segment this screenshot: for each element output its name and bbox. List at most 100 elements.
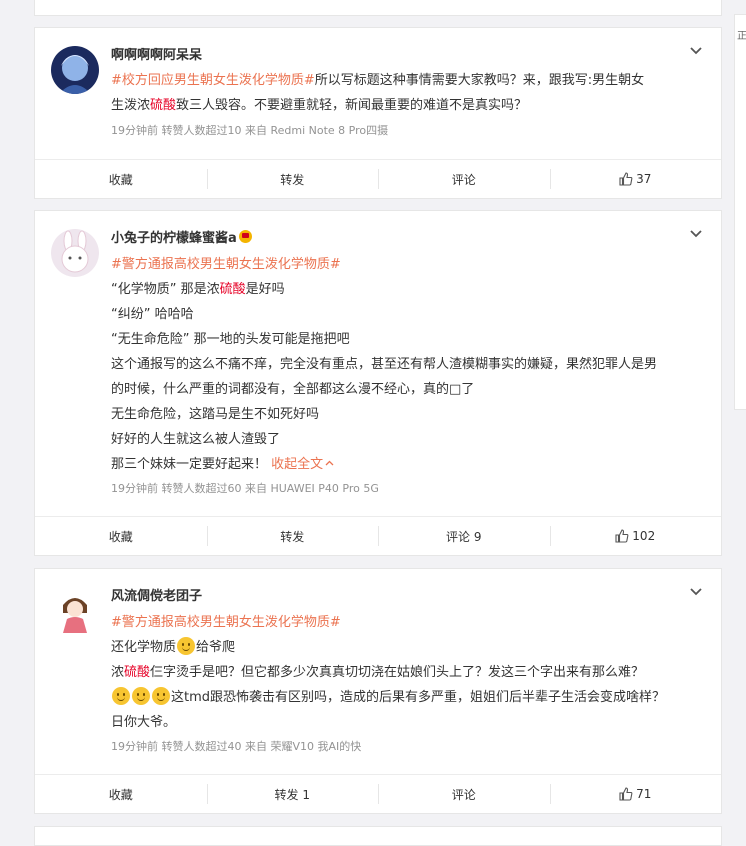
- comment-button[interactable]: 评论: [378, 160, 550, 198]
- chevron-down-icon[interactable]: [689, 585, 703, 599]
- text-segment: 浓: [111, 665, 125, 680]
- text-line: 生泼浓硫酸致三人毁容。不要避重就轻，新闻最重要的难道不是真实吗？: [111, 93, 703, 118]
- repost-label: 转发: [280, 172, 305, 187]
- username[interactable]: 啊啊啊啊阿呆呆: [111, 46, 202, 66]
- sidebar-char: 正: [737, 31, 746, 42]
- text-line: #警方通报高校男生朝女生泼化学物质#: [111, 252, 703, 277]
- text-segment: 日你大爷。: [111, 715, 177, 730]
- text-segment: 这tmd跟恐怖袭击有区别吗，造成的后果有多严重，姐姐们后半辈子生活会变成啥样？: [171, 690, 666, 705]
- text-segment: 生泼浓: [111, 98, 151, 113]
- text-line: “化学物质” 那是浓硫酸是好吗: [111, 277, 703, 302]
- like-count: 102: [632, 529, 656, 543]
- text-segment: 给爷爬: [196, 640, 236, 655]
- avatar[interactable]: [51, 46, 99, 94]
- thumbs-up-icon: [619, 172, 633, 186]
- username[interactable]: 风流倜傥老团子: [111, 587, 202, 607]
- comment-button[interactable]: 评论 9: [378, 517, 550, 555]
- like-count: 71: [636, 787, 652, 801]
- action-bar: 收藏 转发 评论 37: [35, 159, 721, 198]
- post-meta: 19分钟前 转赞人数超过60 来自 HUAWEI P40 Pro 5G: [111, 482, 379, 495]
- text-segment: 还化学物质: [111, 640, 177, 655]
- repost-button[interactable]: 转发: [206, 517, 379, 555]
- like-button[interactable]: 71: [549, 775, 722, 813]
- thumbs-up-icon: [619, 787, 633, 801]
- post-card: 小兔子的柠檬蜂蜜酱a #警方通报高校男生朝女生泼化学物质# “化学物质” 那是浓硫…: [34, 210, 722, 556]
- repost-button[interactable]: 转发 1: [206, 775, 379, 813]
- vip-crown-icon: [238, 230, 252, 243]
- highlighted-keyword: 硫酸: [219, 282, 246, 297]
- text-line: 的时候，什么严重的词都没有，全部都这么漫不经心，真的□了: [111, 377, 703, 402]
- text-segment: 这个通报写的这么不痛不痒，完全没有重点，甚至还有帮人渣模糊事实的嫌疑，果然犯罪人…: [111, 357, 658, 372]
- text-segment: 是好吗: [245, 282, 285, 297]
- post-meta: 19分钟前 转赞人数超过10 来自 Redmi Note 8 Pro四摄: [111, 124, 389, 137]
- like-count: 37: [636, 172, 652, 186]
- smile-emoji-icon: [152, 687, 170, 705]
- username[interactable]: 小兔子的柠檬蜂蜜酱a: [111, 229, 252, 249]
- text-line: 这tmd跟恐怖袭击有区别吗，造成的后果有多严重，姐姐们后半辈子生活会变成啥样？: [111, 685, 703, 710]
- text-line: 无生命危险，这踏马是生不如死好吗: [111, 402, 703, 427]
- smile-emoji-icon: [177, 637, 196, 655]
- favorite-label: 收藏: [108, 172, 133, 187]
- comment-button[interactable]: 评论: [378, 775, 550, 813]
- text-line: 还化学物质 给爷爬: [111, 635, 703, 660]
- favorite-button[interactable]: 收藏: [35, 160, 207, 198]
- favorite-button[interactable]: 收藏: [35, 775, 207, 813]
- avatar[interactable]: [51, 587, 99, 635]
- text-line: “纠纷” 哈哈哈: [111, 302, 703, 327]
- post-card: 啊啊啊啊阿呆呆 #校方回应男生朝女生泼化学物质#所以写标题这种事情需要大家教吗？…: [34, 27, 722, 199]
- text-segment: 致三人毁容。不要避重就轻，新闻最重要的难道不是真实吗？: [176, 98, 528, 113]
- post-text: #校方回应男生朝女生泼化学物质#所以写标题这种事情需要大家教吗？来，跟我写:男生…: [111, 68, 703, 118]
- post-card-previous: [34, 0, 722, 16]
- text-segment: “无生命危险” 那一地的头发可能是拖把吧: [111, 332, 350, 347]
- text-segment: “化学物质” 那是浓: [111, 282, 220, 297]
- repost-button[interactable]: 转发: [206, 160, 379, 198]
- text-line: 浓硫酸仨字烫手是吧？但它都多少次真真切切浇在姑娘们头上了？发这三个字出来有那么难…: [111, 660, 703, 685]
- hashtag-link[interactable]: #警方通报高校男生朝女生泼化学物质#: [111, 615, 341, 630]
- text-segment: 所以写标题这种事情需要大家教吗？来，跟我写:男生朝女: [314, 73, 645, 88]
- like-button[interactable]: 37: [549, 160, 722, 198]
- favorite-label: 收藏: [108, 787, 133, 802]
- text-segment: “纠纷” 哈哈哈: [111, 307, 194, 322]
- text-line: 好好的人生就这么被人渣毁了: [111, 427, 703, 452]
- avatar[interactable]: [51, 229, 99, 277]
- repost-label: 转发 1: [274, 787, 310, 802]
- text-line: 这个通报写的这么不痛不痒，完全没有重点，甚至还有帮人渣模糊事实的嫌疑，果然犯罪人…: [111, 352, 703, 377]
- post-card-next: [34, 826, 722, 846]
- favorite-label: 收藏: [108, 529, 133, 544]
- text-line: #警方通报高校男生朝女生泼化学物质#: [111, 610, 703, 635]
- comment-label: 评论 9: [446, 529, 482, 544]
- username-text: 小兔子的柠檬蜂蜜酱a: [111, 231, 237, 246]
- comment-label: 评论: [451, 172, 476, 187]
- text-segment: 无生命危险，这踏马是生不如死好吗: [111, 407, 320, 422]
- hashtag-link[interactable]: #警方通报高校男生朝女生泼化学物质#: [111, 257, 341, 272]
- comment-label: 评论: [451, 787, 476, 802]
- text-segment: 仨字烫手是吧？但它都多少次真真切切浇在姑娘们头上了？发这三个字出来有那么难？: [150, 665, 645, 680]
- post-text: #警方通报高校男生朝女生泼化学物质# 还化学物质 给爷爬浓硫酸仨字烫手是吧？但它都多…: [111, 610, 703, 735]
- chevron-up-icon[interactable]: [325, 459, 334, 468]
- action-bar: 收藏 转发 评论 9 102: [35, 516, 721, 555]
- smile-emoji-icon: [132, 687, 150, 705]
- favorite-button[interactable]: 收藏: [35, 517, 207, 555]
- highlighted-keyword: 硫酸: [124, 665, 151, 680]
- collapse-text-link[interactable]: 收起全文: [271, 457, 323, 472]
- chevron-down-icon[interactable]: [689, 44, 703, 58]
- action-bar: 收藏 转发 1 评论 71: [35, 774, 721, 813]
- smile-emoji-icon: [112, 687, 130, 705]
- right-panel-edge: 正: [734, 14, 746, 410]
- post-text: #警方通报高校男生朝女生泼化学物质# “化学物质” 那是浓硫酸是好吗 “纠纷” 哈哈…: [111, 252, 703, 477]
- text-line: #校方回应男生朝女生泼化学物质#所以写标题这种事情需要大家教吗？来，跟我写:男生…: [111, 68, 703, 93]
- text-segment: 那三个妹妹一定要好起来！: [111, 457, 272, 472]
- post-card: 风流倜傥老团子 #警方通报高校男生朝女生泼化学物质# 还化学物质 给爷爬浓硫酸仨字烫…: [34, 568, 722, 814]
- text-line: 那三个妹妹一定要好起来！ 收起全文: [111, 452, 703, 477]
- highlighted-keyword: 硫酸: [150, 98, 177, 113]
- post-meta: 19分钟前 转赞人数超过40 来自 荣耀V10 我AI的快: [111, 740, 362, 753]
- hashtag-link[interactable]: #校方回应男生朝女生泼化学物质#: [111, 73, 315, 88]
- text-line: “无生命危险” 那一地的头发可能是拖把吧: [111, 327, 703, 352]
- text-segment: 好好的人生就这么被人渣毁了: [111, 432, 281, 447]
- chevron-down-icon[interactable]: [689, 227, 703, 241]
- thumbs-up-icon: [615, 529, 629, 543]
- text-segment: 的时候，什么严重的词都没有，全部都这么漫不经心，真的□了: [111, 382, 475, 397]
- text-line: 日你大爷。: [111, 710, 703, 735]
- like-button[interactable]: 102: [549, 517, 722, 555]
- repost-label: 转发: [280, 529, 305, 544]
